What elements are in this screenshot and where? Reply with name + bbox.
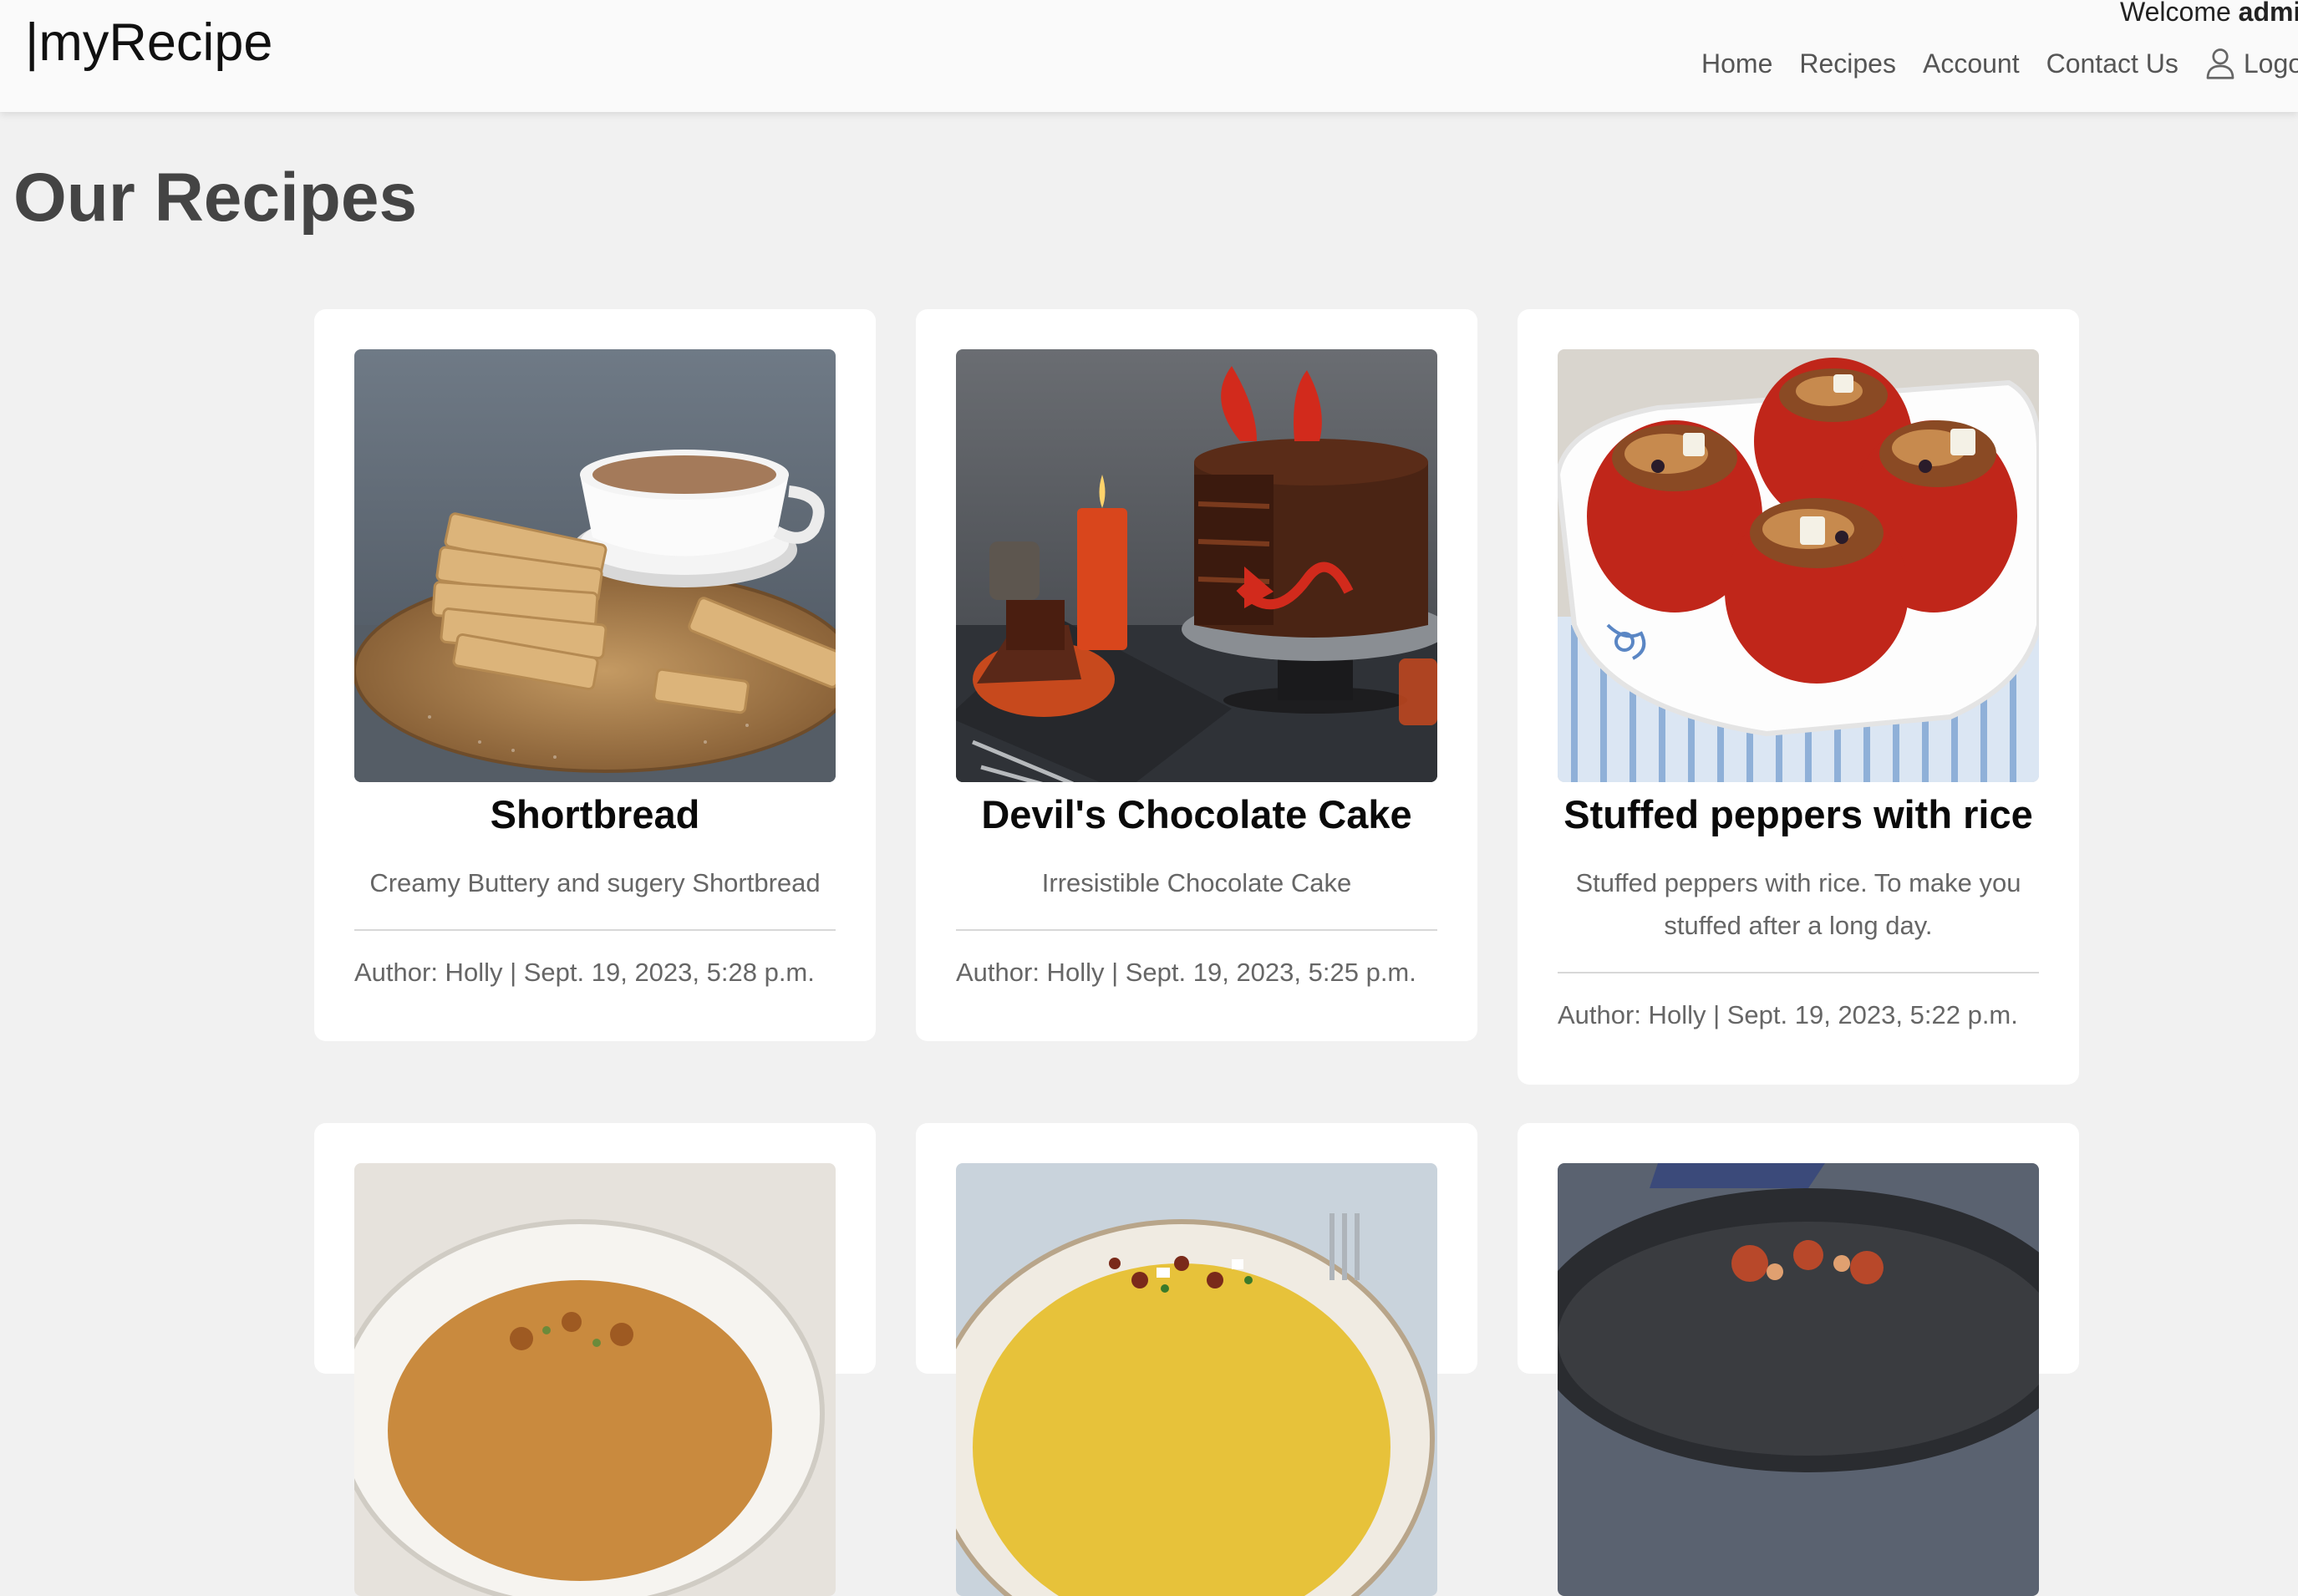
user-icon bbox=[2206, 48, 2234, 79]
recipe-title[interactable]: Devil's Chocolate Cake bbox=[956, 789, 1437, 840]
nav-link-contact-us[interactable]: Contact Us bbox=[2046, 45, 2179, 82]
nav-links: Home Recipes Account Contact Us Logo bbox=[1701, 45, 2298, 82]
welcome-message: Welcome admi bbox=[2120, 0, 2298, 30]
card-divider bbox=[956, 929, 1437, 932]
recipe-image-5[interactable] bbox=[956, 1163, 1437, 1596]
welcome-username: admi bbox=[2238, 0, 2298, 27]
recipe-card-6[interactable] bbox=[1518, 1123, 2079, 1596]
nav-link-account[interactable]: Account bbox=[1923, 45, 2020, 82]
page-title: Our Recipes bbox=[13, 160, 418, 236]
logout-label: Logo bbox=[2243, 48, 2298, 79]
recipe-image-stuffed-peppers[interactable] bbox=[1558, 349, 2039, 782]
recipe-card-stuffed-peppers[interactable]: Stuffed peppers with rice Stuffed pepper… bbox=[1518, 309, 2079, 1085]
nav-link-home[interactable]: Home bbox=[1701, 45, 1772, 82]
brand-logo[interactable]: |myRecipe bbox=[25, 12, 272, 75]
welcome-prefix: Welcome bbox=[2120, 0, 2239, 27]
logout-link[interactable]: Logo bbox=[2205, 45, 2298, 82]
recipe-description: Irresistible Chocolate Cake bbox=[1041, 868, 1352, 898]
recipe-description: Creamy Buttery and sugery Shortbread bbox=[369, 868, 821, 898]
card-divider bbox=[1558, 972, 2039, 974]
recipe-meta: Author: Holly | Sept. 19, 2023, 5:25 p.m… bbox=[956, 958, 1416, 988]
recipe-card-4[interactable] bbox=[314, 1123, 876, 1596]
card-divider bbox=[354, 929, 836, 932]
recipe-image-6[interactable] bbox=[1558, 1163, 2039, 1596]
recipe-image-4[interactable] bbox=[354, 1163, 836, 1596]
recipe-title[interactable]: Stuffed peppers with rice bbox=[1558, 789, 2039, 840]
recipe-card-5[interactable] bbox=[916, 1123, 1477, 1596]
recipe-image-shortbread[interactable] bbox=[354, 349, 836, 782]
recipe-title[interactable]: Shortbread bbox=[354, 789, 836, 840]
nav-link-recipes[interactable]: Recipes bbox=[1799, 45, 1896, 82]
navbar: |myRecipe Welcome admi Home Recipes Acco… bbox=[0, 0, 2298, 112]
recipe-card-shortbread[interactable]: Shortbread Creamy Buttery and sugery Sho… bbox=[314, 309, 876, 1041]
recipe-image-devils-chocolate-cake[interactable] bbox=[956, 349, 1437, 782]
recipe-meta: Author: Holly | Sept. 19, 2023, 5:28 p.m… bbox=[354, 958, 815, 988]
recipe-card-devils-chocolate-cake[interactable]: Devil's Chocolate Cake Irresistible Choc… bbox=[916, 309, 1477, 1041]
recipe-description: Stuffed peppers with rice. To make you s… bbox=[1575, 868, 2021, 941]
recipe-meta: Author: Holly | Sept. 19, 2023, 5:22 p.m… bbox=[1558, 1000, 2018, 1030]
